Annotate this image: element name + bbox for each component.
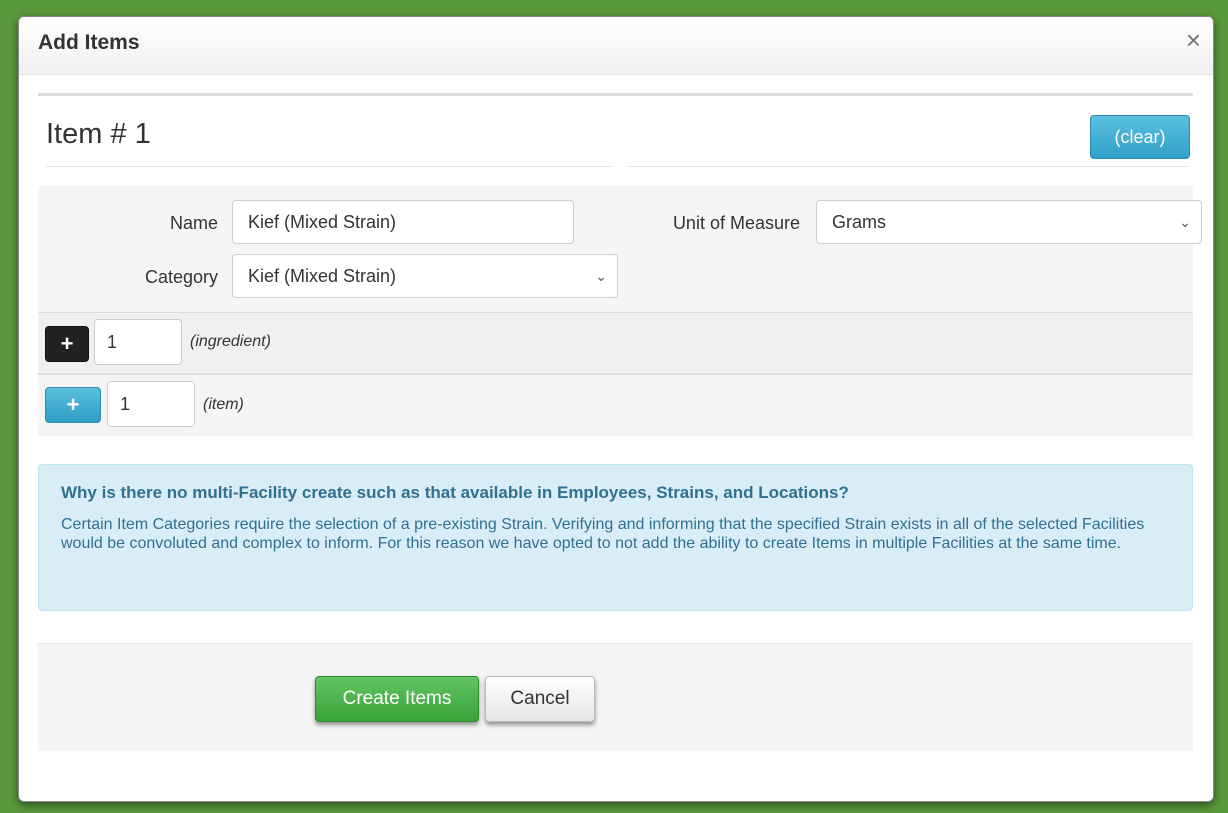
info-body: Certain Item Categories require the sele… <box>61 516 1145 552</box>
close-icon[interactable]: × <box>1186 27 1201 53</box>
category-label: Category <box>144 267 218 287</box>
cancel-button[interactable]: Cancel <box>485 676 595 722</box>
name-input[interactable]: Kief (Mixed Strain) <box>232 200 574 244</box>
modal-title: Add Items <box>38 31 140 54</box>
modal-footer: Create Items Cancel <box>38 643 1193 751</box>
item-quantity-input[interactable]: 1 <box>107 381 195 427</box>
unit-of-measure-value: Grams <box>832 212 886 232</box>
modal-header: Add Items × <box>19 17 1213 75</box>
ingredient-quantity-input[interactable]: 1 <box>94 319 182 365</box>
divider <box>46 166 612 167</box>
ingredient-row: + 1 (ingredient) <box>38 312 1193 375</box>
unit-of-measure-label: Unit of Measure <box>672 213 800 233</box>
item-section: Item # 1 (clear) Name Kief (Mixed Strain… <box>38 93 1202 436</box>
chevron-down-icon: ⌄ <box>595 268 607 284</box>
category-select[interactable]: Kief (Mixed Strain) ⌄ <box>232 254 618 298</box>
item-header: Item # 1 (clear) Name Kief (Mixed Strain… <box>38 96 1202 312</box>
item-row: + 1 (item) <box>38 375 1193 436</box>
clear-button[interactable]: (clear) <box>1090 115 1190 159</box>
info-title: Why is there no multi-Facility create su… <box>61 483 849 502</box>
item-heading: Item # 1 <box>46 118 151 150</box>
chevron-down-icon: ⌄ <box>1179 214 1191 230</box>
create-items-button[interactable]: Create Items <box>315 676 479 722</box>
info-alert: Why is there no multi-Facility create su… <box>38 464 1193 611</box>
add-item-button[interactable]: + <box>45 387 101 423</box>
category-value: Kief (Mixed Strain) <box>248 266 397 286</box>
item-fields: Name Kief (Mixed Strain) Category Kief (… <box>38 186 1202 312</box>
unit-of-measure-select[interactable]: Grams ⌄ <box>816 200 1202 244</box>
ingredient-hint: (ingredient) <box>190 333 271 350</box>
add-items-modal: Add Items × Item # 1 (clear) Name Kief (… <box>18 16 1214 802</box>
item-hint: (item) <box>203 396 244 413</box>
name-label: Name <box>169 213 218 233</box>
divider <box>628 166 1188 167</box>
add-ingredient-button[interactable]: + <box>45 326 89 362</box>
